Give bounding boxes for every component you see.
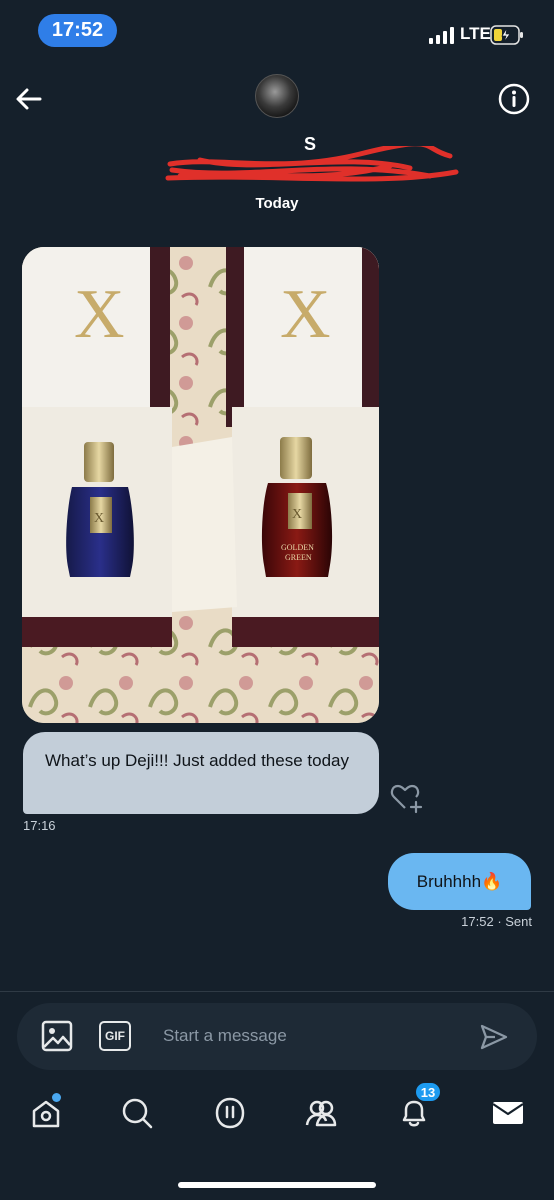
svg-text:X: X	[292, 507, 302, 522]
avatar[interactable]	[255, 74, 299, 118]
svg-text:X: X	[94, 511, 104, 526]
svg-text:GREEN: GREEN	[285, 553, 312, 562]
send-icon	[480, 1024, 508, 1050]
signal-icon	[429, 26, 455, 44]
sent-message-bubble[interactable]: Bruhhhh🔥	[388, 853, 531, 910]
sent-meta: 17:52 · Sent	[420, 914, 532, 929]
tab-notifications[interactable]: 13	[396, 1081, 442, 1135]
tab-spaces[interactable]	[212, 1095, 252, 1135]
tab-communities[interactable]	[303, 1095, 343, 1135]
date-separator: Today	[255, 195, 299, 212]
composer-divider	[0, 991, 554, 992]
microphone-icon	[215, 1097, 245, 1129]
info-icon	[498, 83, 530, 115]
perfume-photo: X X X X GOLDEN GREEN	[22, 247, 379, 723]
sent-timestamp: 17:52	[461, 914, 494, 929]
status-bar: 17:52 LTE	[0, 0, 554, 64]
svg-text:X: X	[280, 276, 331, 353]
received-message-bubble[interactable]: What’s up Deji!!! Just added these today	[23, 732, 379, 814]
status-time: 17:52	[38, 14, 117, 47]
network-label: LTE	[460, 24, 491, 43]
media-button[interactable]	[41, 1020, 73, 1052]
add-reaction-button[interactable]	[389, 782, 425, 814]
battery-charging-icon	[490, 25, 524, 45]
sent-status: · Sent	[497, 914, 532, 929]
back-button[interactable]	[14, 84, 44, 114]
tab-home[interactable]	[28, 1093, 68, 1135]
heart-plus-icon	[390, 784, 423, 814]
info-button[interactable]	[497, 82, 531, 116]
home-indicator	[178, 1182, 376, 1188]
message-input[interactable]	[163, 1015, 463, 1057]
home-new-dot	[52, 1093, 61, 1102]
gif-button[interactable]: GIF	[99, 1021, 131, 1051]
arrow-left-icon	[16, 88, 42, 110]
send-button[interactable]	[479, 1022, 509, 1052]
search-icon	[122, 1098, 153, 1129]
mail-icon	[492, 1102, 524, 1124]
bottom-tab-bar: 13	[0, 1081, 554, 1155]
message-composer: GIF	[17, 1003, 537, 1070]
tab-messages[interactable]	[490, 1095, 530, 1135]
received-timestamp: 17:16	[23, 818, 56, 833]
received-image[interactable]: X X X X GOLDEN GREEN	[22, 247, 379, 723]
svg-text:X: X	[74, 276, 125, 353]
image-icon	[41, 1020, 73, 1052]
notifications-badge: 13	[414, 1081, 442, 1103]
gif-icon: GIF	[99, 1021, 131, 1051]
tab-search[interactable]	[119, 1095, 159, 1135]
svg-text:GOLDEN: GOLDEN	[281, 543, 314, 552]
conversation-header: S Today	[0, 64, 554, 224]
communities-icon	[305, 1100, 337, 1127]
